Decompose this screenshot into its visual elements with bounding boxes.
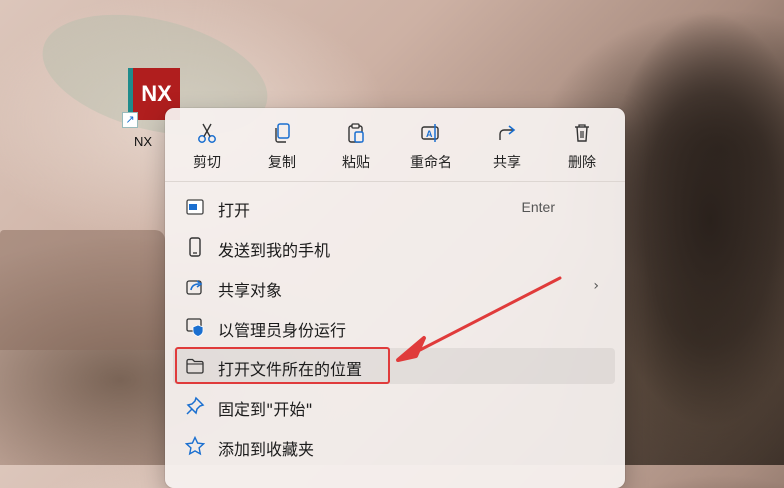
annotation-arrow <box>396 276 562 362</box>
